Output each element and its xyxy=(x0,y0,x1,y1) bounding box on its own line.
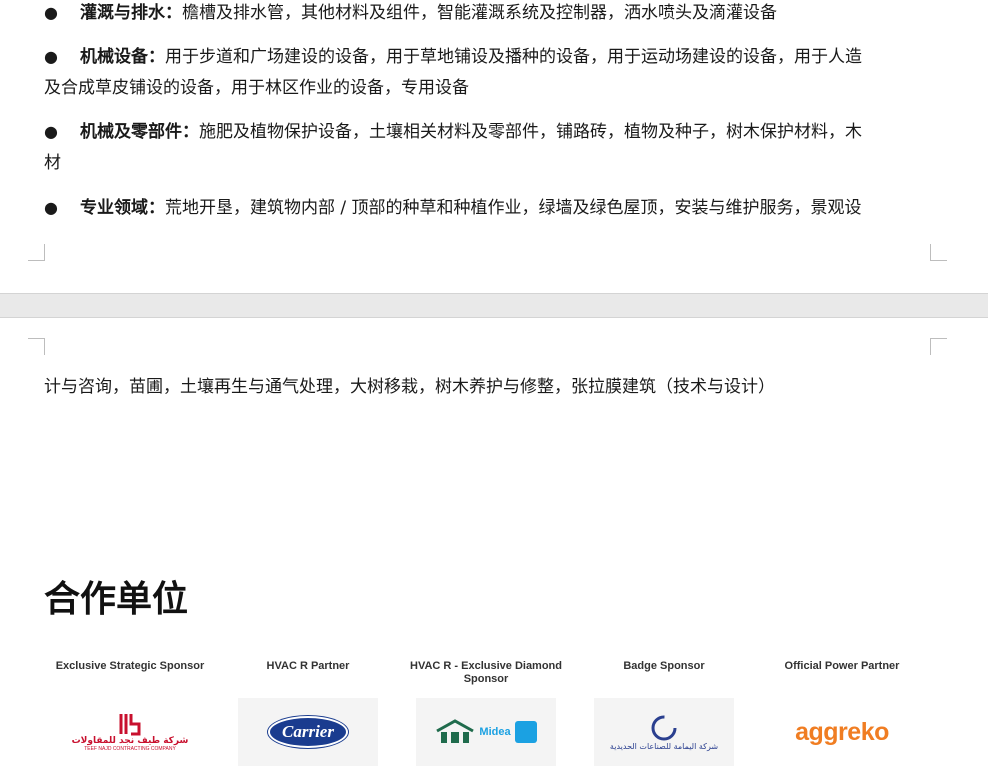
sponsor-label: Badge Sponsor xyxy=(623,660,705,672)
bullet-dot: ● xyxy=(44,3,58,22)
bullet-text: 荒地开垦，建筑物内部 / 顶部的种草和种植作业，绿墙及绿色屋顶，安装与维护服务，… xyxy=(165,198,862,218)
bullet-irrigation: ● 灌溉与排水：檐槽及排水管，其他材料及组件，智能灌溉系统及控制器，洒水喷头及滴灌… xyxy=(44,0,934,29)
yamama-arabic: شركة اليمامة للصناعات الحديدية xyxy=(609,741,719,751)
bullet-specialty: ● 专业领域：荒地开垦，建筑物内部 / 顶部的种草和种植作业，绿墙及绿色屋顶，安装… xyxy=(44,192,934,224)
sponsor-logo-slot: Midea xyxy=(406,698,566,766)
midea-square-icon xyxy=(514,721,537,743)
teef-najd-icon xyxy=(119,714,141,736)
carrier-logo[interactable]: Carrier xyxy=(238,698,378,766)
sponsor-label: Official Power Partner xyxy=(784,660,900,672)
sponsor-exclusive-strategic: Exclusive Strategic Sponsor شركة طيف نجد… xyxy=(50,660,210,766)
bullet-machinery: ● 机械设备：用于步道和广场建设的设备，用于草地铺设及播种的设备，用于运动场建设的… xyxy=(44,41,934,104)
bullet-term: 专业领域： xyxy=(80,198,165,218)
sponsor-hvac-diamond: HVAC R - Exclusive Diamond Sponsor Midea xyxy=(406,660,566,766)
bullet-text: 用于步道和广场建设的设备，用于草地铺设及播种的设备，用于运动场建设的设备，用于人… xyxy=(165,47,862,67)
bullet-text-cont: 及合成草皮铺设的设备，用于林区作业的设备，专用设备 xyxy=(44,78,469,98)
bullet-term: 机械设备： xyxy=(80,47,165,67)
sponsor-badge: Badge Sponsor شركة اليمامة للصناعات الحد… xyxy=(584,660,744,766)
sponsor-power-partner: Official Power Partner aggreko xyxy=(762,660,922,766)
sponsor-label: HVAC R - Exclusive Diamond Sponsor xyxy=(410,660,562,685)
yamama-logo[interactable]: شركة اليمامة للصناعات الحديدية xyxy=(594,698,734,766)
document-page-1: ● 灌溉与排水：檐槽及排水管，其他材料及组件，智能灌溉系统及控制器，洒水喷头及滴灌… xyxy=(0,0,988,293)
bullet-term: 灌溉与排水： xyxy=(80,3,182,23)
bullet-term: 机械及零部件： xyxy=(80,122,199,142)
bullet-text: 檐槽及排水管，其他材料及组件，智能灌溉系统及控制器，洒水喷头及滴灌设备 xyxy=(182,3,777,23)
yamama-ring-icon xyxy=(651,715,677,740)
bullet-dot: ● xyxy=(44,47,58,66)
house-icon xyxy=(436,719,475,743)
sponsor-hvac-partner: HVAC R Partner Carrier xyxy=(228,660,388,766)
bullet-dot: ● xyxy=(44,198,58,217)
partners-heading: 合作单位 xyxy=(44,579,189,620)
bullet-text: 施肥及植物保护设备，土壤相关材料及零部件，铺路砖，植物及种子，树木保护材料，木 xyxy=(199,122,862,142)
sponsor-logo-slot: Carrier xyxy=(228,698,388,766)
page-corner-mark xyxy=(930,338,947,355)
continuation-text: 计与咨询，苗圃，土壤再生与通气处理，大树移栽，树木养护与修整，张拉膜建筑（技术与… xyxy=(44,377,775,397)
sponsor-logo-slot: aggreko xyxy=(762,698,922,766)
bullet-text-cont: 材 xyxy=(44,153,61,173)
document-page-2: 计与咨询，苗圃，土壤再生与通气处理，大树移栽，树木养护与修整，张拉膜建筑（技术与… xyxy=(0,318,988,782)
teef-najd-logo[interactable]: شركة طيف نجد للمقاولات TEEF NAJD CONTRAC… xyxy=(50,698,210,766)
page-gap xyxy=(0,293,988,318)
bullet-dot: ● xyxy=(44,122,58,141)
bullet-parts: ● 机械及零部件：施肥及植物保护设备，土壤相关材料及零部件，铺路砖，植物及种子，树… xyxy=(44,116,934,179)
sponsor-logo-slot: شركة اليمامة للصناعات الحديدية xyxy=(584,698,744,766)
sponsor-label: HVAC R Partner xyxy=(266,660,350,672)
page-corner-mark xyxy=(28,338,45,355)
teef-najd-arabic: شركة طيف نجد للمقاولات xyxy=(71,736,189,746)
sponsor-label: Exclusive Strategic Sponsor xyxy=(55,660,205,672)
teef-najd-english: TEEF NAJD CONTRACTING COMPANY xyxy=(84,746,176,752)
page-corner-mark xyxy=(930,244,947,261)
midea-logo[interactable]: Midea xyxy=(416,698,556,766)
page-corner-mark xyxy=(28,244,45,261)
sponsor-row: Exclusive Strategic Sponsor شركة طيف نجد… xyxy=(40,660,972,780)
midea-wordmark: Midea xyxy=(479,726,511,738)
aggreko-logo[interactable]: aggreko xyxy=(795,718,889,747)
carrier-wordmark: Carrier xyxy=(282,722,334,741)
